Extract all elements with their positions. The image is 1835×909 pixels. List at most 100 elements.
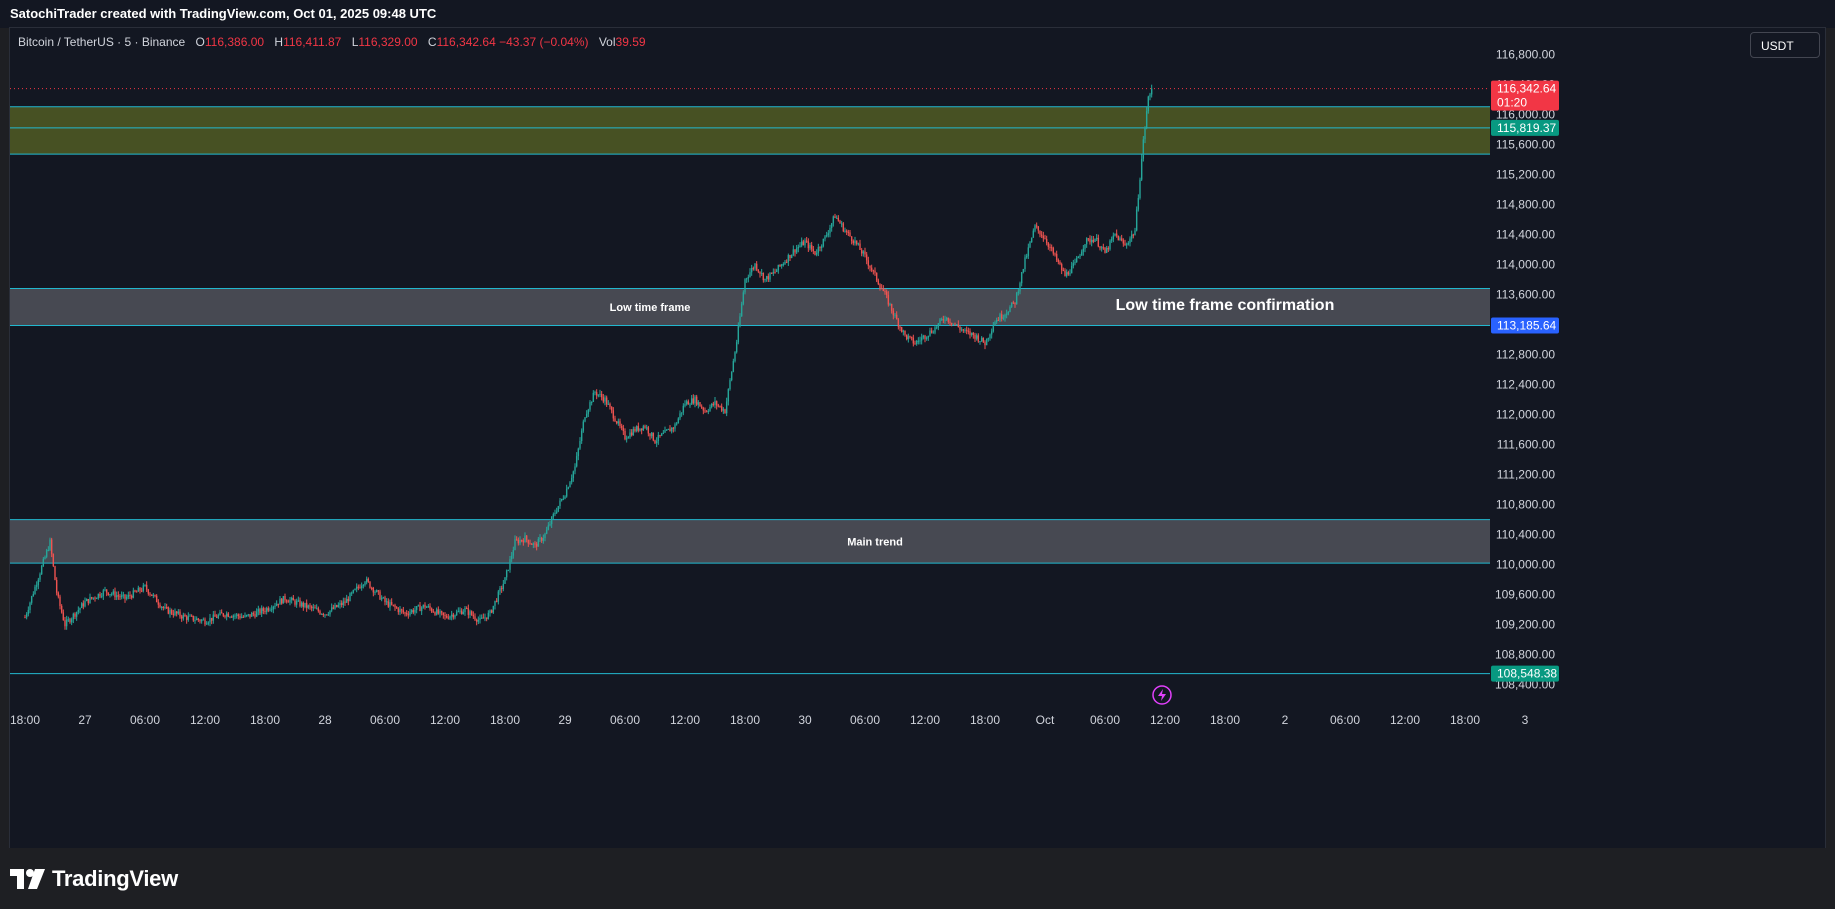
candle-body-301: [525, 535, 528, 540]
candle-body-37: [85, 599, 88, 602]
price-chart[interactable]: Low time frame Main trend Low time frame c…: [10, 28, 1825, 848]
close-label: C: [427, 35, 437, 49]
candle-body-71: [142, 585, 145, 591]
candle-body-631: [1075, 258, 1078, 263]
candle-body-100: [190, 615, 193, 617]
candle-body-42: [94, 597, 96, 599]
candle-body-316: [550, 516, 553, 525]
candle-body-341: [592, 392, 595, 403]
candle-body-91: [175, 611, 178, 614]
candle-body-252: [444, 615, 446, 617]
candle-body-415: [715, 401, 718, 406]
candle-body-540: [924, 335, 926, 339]
candle-body-171: [309, 605, 311, 607]
candle-body-27: [69, 619, 71, 623]
candle-body-427: [735, 342, 738, 353]
candle-body-239: [422, 604, 425, 608]
candle-body-61: [125, 597, 128, 599]
candle-body-342: [594, 392, 596, 394]
candle-body-174: [314, 607, 316, 609]
candle-body-489: [839, 220, 841, 224]
candle-body-213: [379, 591, 381, 600]
candle-body-51: [109, 594, 111, 596]
candle-body-668: [1137, 197, 1140, 210]
candle-body-368: [637, 426, 640, 431]
candle-body-365: [632, 428, 635, 436]
candle-body-52: [110, 593, 113, 595]
currency-button[interactable]: USDT: [1750, 32, 1820, 58]
candle-body-188: [337, 605, 340, 607]
candle-body-150: [274, 605, 276, 607]
candle-body-505: [865, 254, 868, 261]
x-tick-label-11: 12:00: [670, 713, 700, 727]
candle-body-586: [1000, 314, 1003, 319]
candle-body-244: [430, 608, 433, 612]
candle-body-135: [249, 614, 251, 617]
candle-body-77: [152, 594, 155, 596]
candle-body-324: [564, 496, 566, 499]
candle-body-195: [349, 593, 351, 602]
candle-body-546: [934, 327, 936, 333]
candle-body-396: [684, 404, 686, 406]
candle-body-417: [719, 405, 721, 407]
candle-body-110: [207, 622, 210, 624]
candle-body-180: [324, 614, 326, 616]
symbol-legend[interactable]: Bitcoin / TetherUS · 5 · Binance O116,38…: [18, 35, 646, 49]
candle-body-482: [827, 233, 830, 236]
candle-body-127: [235, 614, 238, 616]
candle-body-444: [764, 278, 766, 281]
candle-body-674: [1147, 96, 1150, 112]
candle-body-268: [470, 611, 473, 615]
candle-body-587: [1002, 317, 1005, 319]
annotation-0: Low time frame confirmation: [1116, 297, 1335, 314]
chart-frame[interactable]: Low time frame Main trend Low time frame c…: [10, 28, 1825, 848]
candle-body-41: [92, 597, 95, 599]
y-tick-label-8: 111,600.00: [1497, 438, 1556, 452]
candle-body-430: [740, 303, 743, 317]
candle-body-89: [172, 613, 175, 616]
x-tick-label-19: 12:00: [1150, 713, 1180, 727]
candle-body-390: [674, 424, 676, 429]
candle-body-92: [177, 611, 180, 614]
candle-body-380: [657, 435, 660, 442]
tradingview-logo[interactable]: TradingView: [10, 866, 178, 892]
candle-body-214: [380, 597, 383, 600]
candle-body-193: [345, 598, 348, 603]
candle-body-313: [545, 529, 548, 534]
candle-body-200: [357, 586, 360, 588]
candle-body-344: [597, 394, 600, 396]
candle-body-161: [292, 597, 295, 601]
candle-body-298: [520, 539, 523, 541]
candle-body-35: [82, 603, 85, 607]
candle-body-598: [1020, 272, 1023, 284]
candle-body-249: [439, 611, 441, 614]
candle-body-317: [552, 514, 555, 517]
candle-body-36: [84, 601, 86, 607]
candle-body-589: [1005, 313, 1008, 315]
candle-body-431: [742, 292, 745, 304]
y-tick-label-9: 112,000.00: [1496, 408, 1555, 422]
candle-body-414: [714, 401, 716, 405]
candle-body-227: [402, 610, 405, 613]
candle-body-508: [870, 267, 873, 271]
price-label-value-1: 115,819.37: [1497, 121, 1556, 135]
candle-body-516: [884, 291, 886, 293]
candle-body-526: [900, 327, 903, 332]
candle-body-240: [424, 604, 426, 608]
candle-body-399: [689, 404, 691, 406]
candle-body-151: [275, 603, 278, 606]
symbol-name[interactable]: Bitcoin / TetherUS · 5 · Binance: [18, 35, 185, 49]
candle-body-474: [814, 251, 816, 255]
candle-body-643: [1095, 237, 1098, 239]
candle-body-548: [937, 323, 940, 328]
candle-body-497: [852, 240, 855, 244]
candle-body-101: [192, 615, 195, 621]
candle-body-30: [74, 613, 76, 617]
candle-body-209: [372, 587, 375, 593]
candle-body-442: [760, 273, 763, 275]
candle-body-108: [204, 619, 206, 625]
candle-body-547: [935, 327, 938, 329]
candle-body-576: [984, 342, 986, 346]
candle-body-178: [320, 613, 323, 615]
candle-body-626: [1067, 272, 1070, 275]
